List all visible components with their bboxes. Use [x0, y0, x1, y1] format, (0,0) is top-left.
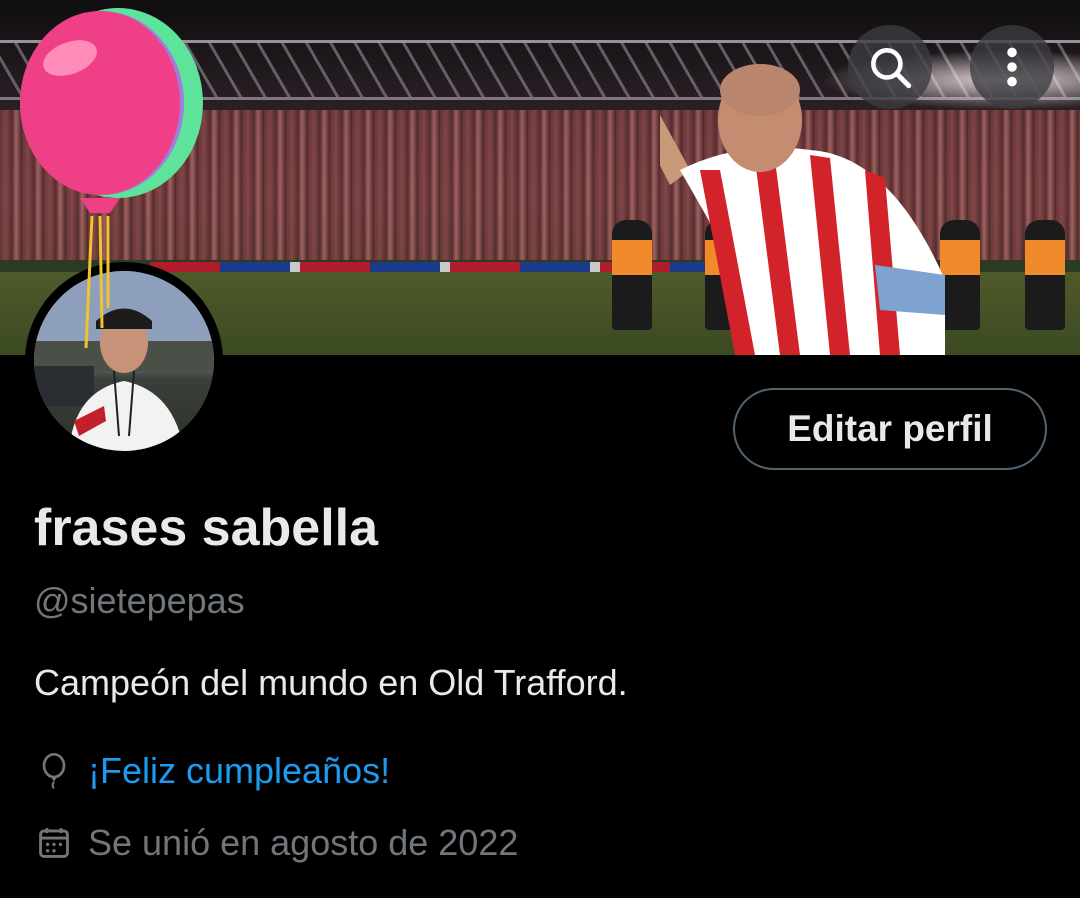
- birthday-link[interactable]: ¡Feliz cumpleaños!: [88, 750, 390, 792]
- more-options-button[interactable]: [970, 25, 1054, 109]
- joined-row: Se unió en agosto de 2022: [34, 822, 518, 864]
- user-handle: @sietepepas: [34, 580, 245, 621]
- display-name: frases sabella: [34, 499, 379, 557]
- police-figure: [1025, 220, 1065, 330]
- balloon-icon: [34, 751, 74, 791]
- birthday-balloon-icon: [20, 8, 203, 348]
- search-button[interactable]: [848, 25, 932, 109]
- calendar-icon: [34, 823, 74, 863]
- edit-profile-button[interactable]: Editar perfil: [733, 388, 1047, 470]
- birthday-row[interactable]: ¡Feliz cumpleaños!: [34, 750, 390, 792]
- profile-bio: Campeón del mundo en Old Trafford.: [34, 662, 628, 703]
- joined-date: Se unió en agosto de 2022: [88, 822, 519, 863]
- more-vertical-icon: [1007, 47, 1017, 87]
- player-figure: [660, 64, 945, 355]
- police-figure: [612, 220, 652, 330]
- search-icon: [871, 48, 912, 89]
